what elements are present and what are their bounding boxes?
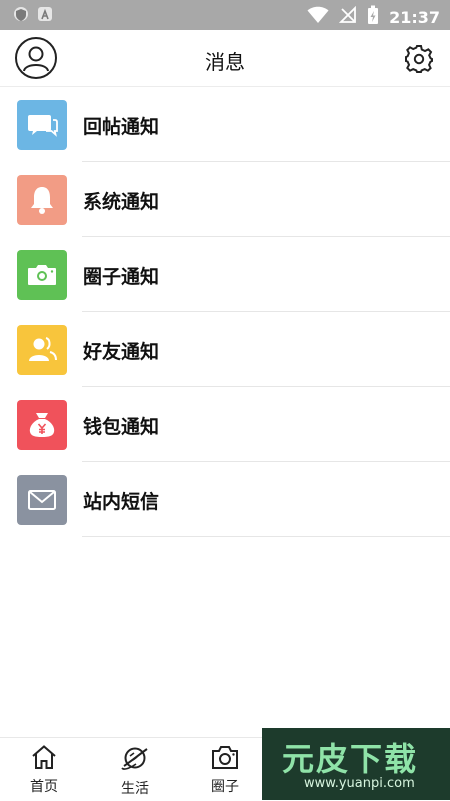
status-bar: 21:37: [0, 0, 450, 30]
watermark: 元皮下载 www.yuanpi.com: [262, 728, 450, 800]
battery-charging-icon: [367, 5, 379, 29]
tab-label: 生活: [121, 781, 149, 797]
shield-icon: [14, 7, 28, 21]
notification-list: 回帖通知 系统通知 圈子通知 好友通知 钱包通知 站内短信: [0, 87, 450, 537]
list-item-friends[interactable]: 好友通知: [0, 312, 450, 387]
list-item-label: 回帖通知: [83, 116, 160, 138]
tab-circle[interactable]: 圈子: [195, 744, 255, 796]
status-time: 21:37: [389, 7, 440, 27]
tab-life[interactable]: 生活: [105, 744, 165, 798]
planet-icon: [120, 747, 150, 776]
page-title: 消息: [205, 50, 245, 74]
bell-icon: [17, 175, 67, 225]
list-item-reply[interactable]: 回帖通知: [0, 87, 450, 162]
gear-icon[interactable]: [404, 44, 434, 74]
list-item-label: 系统通知: [83, 191, 160, 213]
tab-label: 圈子: [211, 779, 239, 795]
no-signal-icon: [338, 5, 357, 28]
friends-icon: [17, 325, 67, 375]
wifi-icon: [307, 6, 329, 28]
list-item-label: 钱包通知: [83, 416, 160, 438]
watermark-text: 元皮下载: [282, 740, 419, 778]
money-bag-icon: [17, 400, 67, 450]
list-item-messages[interactable]: 站内短信: [0, 462, 450, 537]
list-item-circle[interactable]: 圈子通知: [0, 237, 450, 312]
top-header: 消息: [0, 30, 450, 87]
envelope-icon: [17, 475, 67, 525]
divider: [82, 536, 450, 537]
list-item-label: 站内短信: [83, 491, 160, 513]
watermark-url: www.yuanpi.com: [304, 776, 415, 791]
tab-home[interactable]: 首页: [14, 744, 74, 796]
camera-icon: [17, 250, 67, 300]
home-icon: [30, 745, 58, 774]
list-item-label: 圈子通知: [83, 266, 160, 288]
tab-label: 首页: [30, 779, 58, 795]
list-item-system[interactable]: 系统通知: [0, 162, 450, 237]
chat-bubble-icon: [17, 100, 67, 150]
a-box-icon: [38, 7, 52, 21]
list-item-label: 好友通知: [83, 341, 160, 363]
list-item-wallet[interactable]: 钱包通知: [0, 387, 450, 462]
camera-icon: [210, 746, 240, 774]
